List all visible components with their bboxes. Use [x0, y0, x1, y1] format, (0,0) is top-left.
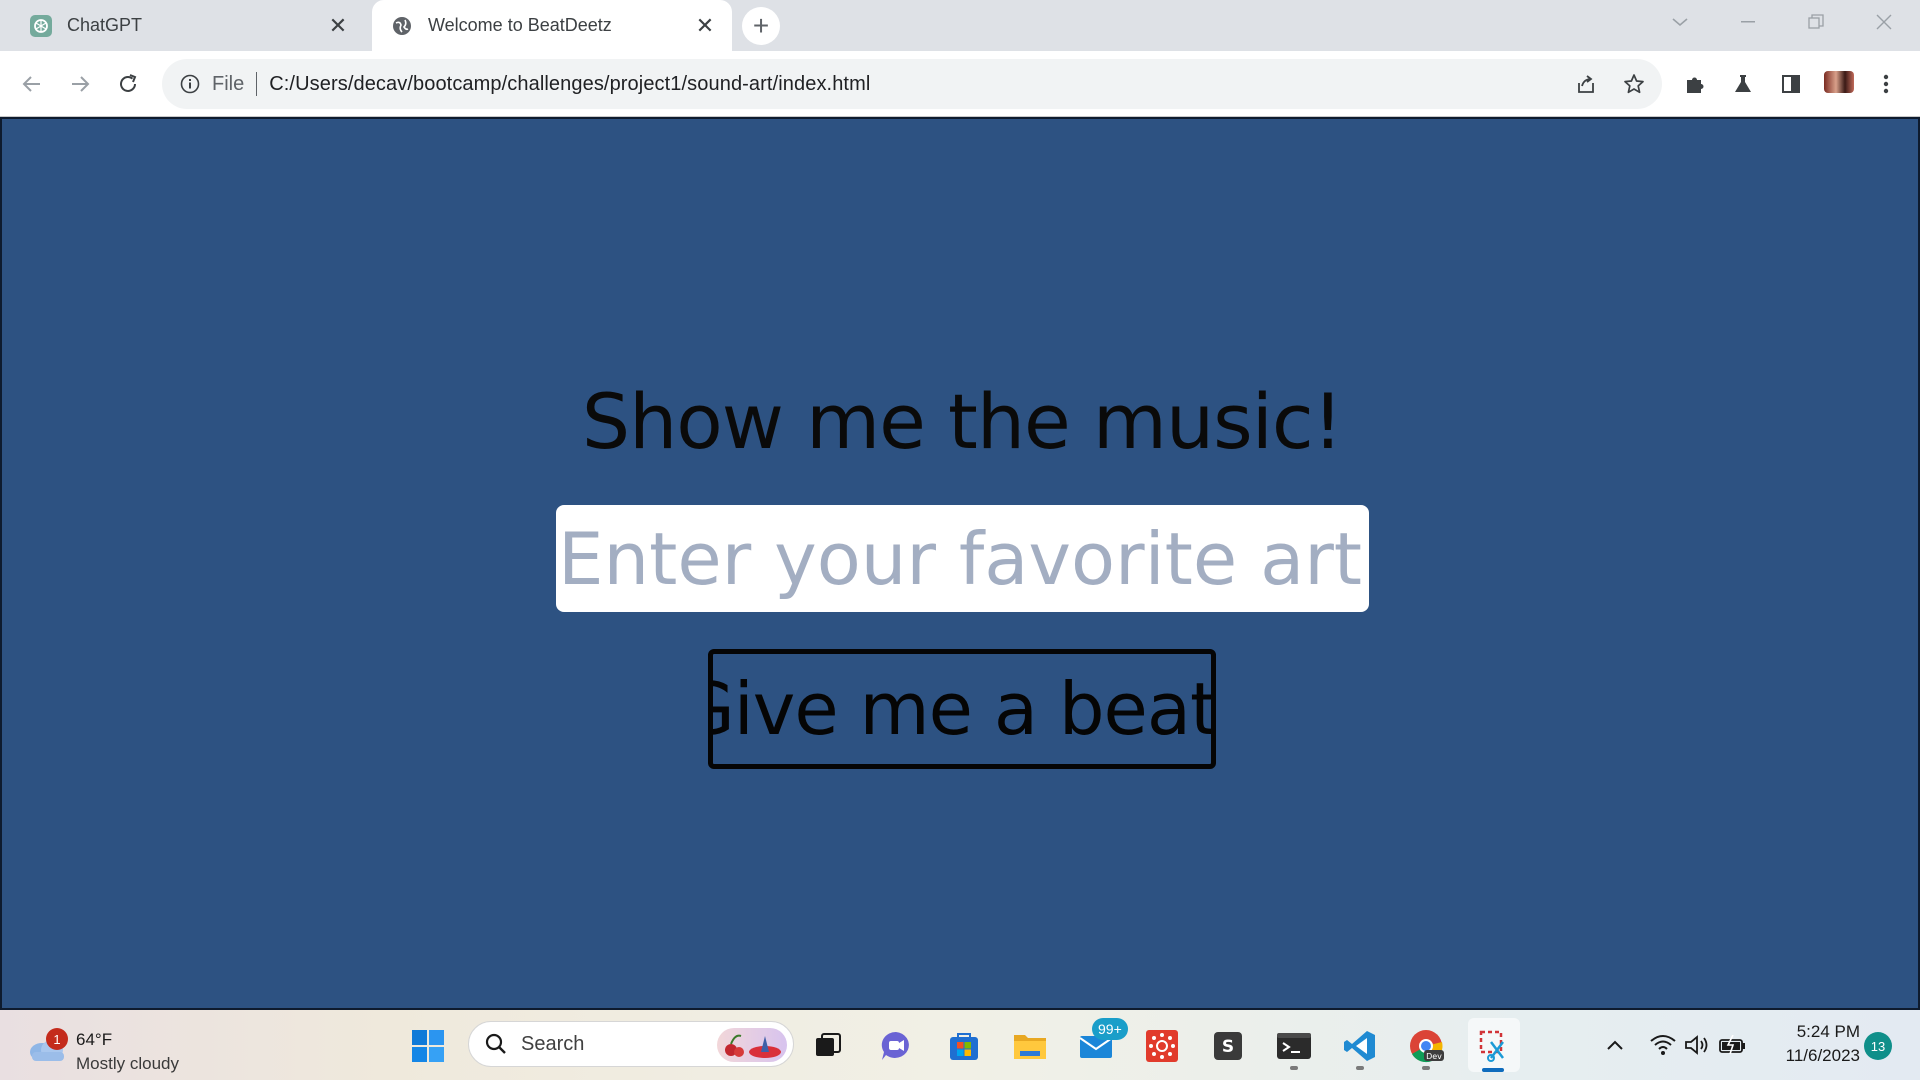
weather-alert-badge: 1	[46, 1028, 68, 1050]
address-bar[interactable]: File C:/Users/decav/bootcamp/challenges/…	[162, 59, 1662, 109]
site-info-icon[interactable]	[178, 72, 202, 96]
page-viewport: Show me the music! Give me a beat!	[0, 117, 1920, 1010]
snipping-tool-active-indicator	[1482, 1068, 1504, 1072]
canvas-lms-icon[interactable]	[1142, 1026, 1182, 1066]
battery-icon[interactable]	[1718, 1030, 1748, 1060]
search-label: Search	[521, 1032, 585, 1055]
teams-chat-icon[interactable]	[876, 1026, 916, 1066]
url-scheme-label: File	[212, 72, 245, 95]
snipping-tool-icon[interactable]	[1468, 1018, 1520, 1072]
weather-condition: Mostly cloudy	[76, 1054, 179, 1073]
restore-icon[interactable]	[1786, 0, 1846, 44]
tab-title: Welcome to BeatDeetz	[428, 15, 612, 35]
forward-arrow-icon[interactable]	[60, 64, 100, 104]
file-explorer-icon[interactable]	[1010, 1026, 1050, 1066]
clock-time: 5:24 PM	[1796, 1022, 1860, 1041]
labs-flask-icon[interactable]	[1723, 64, 1763, 104]
volume-icon[interactable]	[1682, 1030, 1712, 1060]
share-icon[interactable]	[1566, 64, 1606, 104]
url-text[interactable]: C:/Users/decav/bootcamp/challenges/proje…	[269, 73, 870, 96]
chatgpt-icon	[29, 14, 53, 38]
weather-temperature: 64°F	[76, 1030, 113, 1049]
close-window-icon[interactable]	[1854, 0, 1914, 44]
reload-icon[interactable]	[108, 64, 148, 104]
wifi-icon[interactable]	[1648, 1030, 1678, 1060]
new-tab-button[interactable]: +	[742, 7, 780, 45]
side-panel-icon[interactable]	[1771, 64, 1811, 104]
tab-beatdeetz[interactable]: Welcome to BeatDeetz ✕	[372, 0, 732, 51]
clock-date: 11/6/2023	[1785, 1046, 1860, 1065]
system-clock[interactable]: 5:24 PM 11/6/2023	[1762, 1020, 1860, 1068]
terminal-running-indicator	[1290, 1066, 1298, 1070]
windows-start-icon[interactable]	[408, 1026, 448, 1066]
vscode-running-indicator	[1356, 1066, 1364, 1070]
back-arrow-icon[interactable]	[12, 64, 52, 104]
url-separator	[256, 72, 258, 96]
page-headline: Show me the music!	[581, 377, 1343, 466]
taskbar-search-box[interactable]: Search	[468, 1021, 794, 1067]
tab-chatgpt[interactable]: ChatGPT ✕	[17, 0, 365, 51]
more-menu-icon[interactable]	[1866, 64, 1906, 104]
microsoft-store-icon[interactable]	[944, 1026, 984, 1066]
minimize-icon[interactable]	[1718, 0, 1778, 44]
sublime-s-icon[interactable]: S	[1208, 1026, 1248, 1066]
tab-title: ChatGPT	[67, 15, 143, 35]
browser-tab-strip: ChatGPT ✕ Welcome to BeatDeetz ✕ +	[0, 0, 1920, 51]
show-hidden-icons-chevron-icon[interactable]	[1600, 1030, 1630, 1060]
bookmark-star-icon[interactable]	[1614, 64, 1654, 104]
search-highlight-image	[717, 1028, 787, 1062]
mail-unread-badge: 99+	[1092, 1018, 1128, 1040]
give-me-a-beat-button[interactable]: Give me a beat!	[708, 649, 1216, 769]
chrome-dev-icon[interactable]: Dev	[1406, 1026, 1446, 1066]
globe-icon	[390, 14, 414, 38]
chrome-running-indicator	[1422, 1066, 1430, 1070]
svg-text:Dev: Dev	[1426, 1052, 1442, 1061]
windows-taskbar: 1 64°F Mostly cloudy Search 99+ S Dev 5:…	[0, 1010, 1920, 1080]
artist-search-input[interactable]	[556, 505, 1369, 612]
tab-close-icon[interactable]: ✕	[323, 11, 353, 41]
svg-text:S: S	[1222, 1037, 1234, 1057]
extensions-puzzle-icon[interactable]	[1675, 64, 1715, 104]
weather-widget[interactable]: 1 64°F Mostly cloudy	[24, 1022, 194, 1073]
tab-search-chevron-icon[interactable]	[1650, 0, 1710, 44]
tab-close-icon[interactable]: ✕	[690, 11, 720, 41]
task-view-icon[interactable]	[808, 1026, 848, 1066]
terminal-icon[interactable]	[1274, 1026, 1314, 1066]
vscode-icon[interactable]	[1340, 1026, 1380, 1066]
profile-avatar[interactable]	[1824, 71, 1854, 93]
search-icon	[483, 1031, 509, 1057]
browser-toolbar: File C:/Users/decav/bootcamp/challenges/…	[0, 51, 1920, 117]
notification-count-badge[interactable]: 13	[1864, 1032, 1892, 1060]
